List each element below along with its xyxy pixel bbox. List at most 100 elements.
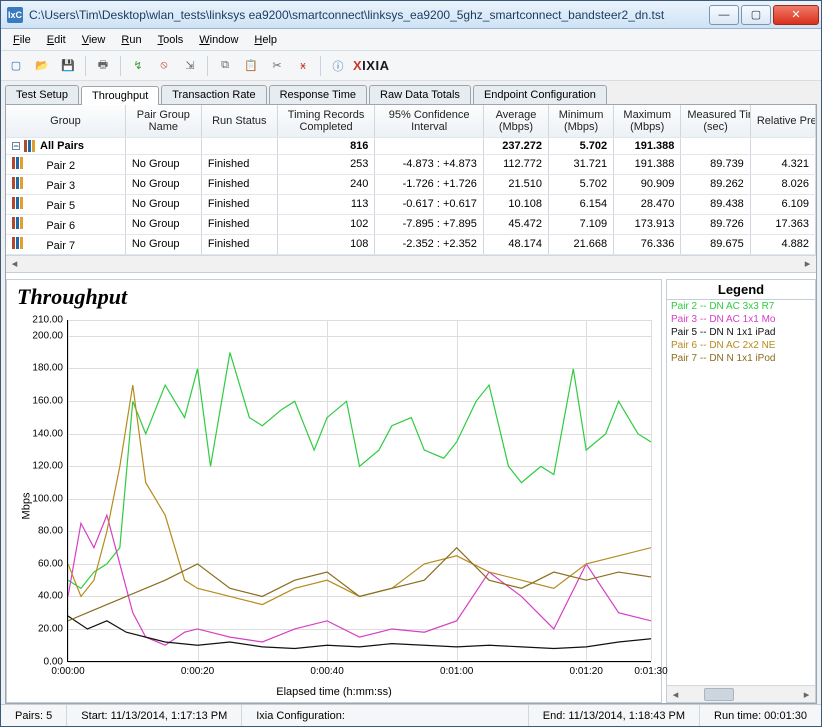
col-header[interactable]: Timing RecordsCompleted <box>277 105 375 137</box>
delete-icon[interactable]: ӿ <box>292 55 314 77</box>
info-icon[interactable]: ⓘ <box>327 55 349 77</box>
maximize-button[interactable]: ▢ <box>741 5 771 25</box>
menu-help[interactable]: Help <box>246 32 285 48</box>
x-axis-label: Elapsed time (h:mm:ss) <box>276 686 392 698</box>
cut-icon[interactable]: ✂ <box>266 55 288 77</box>
scroll-left-icon[interactable]: ◂ <box>6 256 23 271</box>
minimize-button[interactable]: — <box>709 5 739 25</box>
table-row[interactable]: Pair 6No GroupFinished102-7.895 : +7.895… <box>6 214 816 234</box>
pair-icon <box>12 177 24 189</box>
legend-hscroll[interactable]: ◂ ▸ <box>667 685 815 702</box>
legend-item[interactable]: Pair 7 -- DN N 1x1 iPod <box>667 352 815 365</box>
tab-throughput[interactable]: Throughput <box>81 86 159 105</box>
table-row-all[interactable]: −All Pairs816237.2725.702191.388 <box>6 137 816 154</box>
scroll-right-icon[interactable]: ▸ <box>799 256 816 271</box>
tab-response-time[interactable]: Response Time <box>269 85 367 104</box>
plot-area[interactable]: 0.0020.0040.0060.0080.00100.00120.00140.… <box>67 320 651 663</box>
export-icon[interactable]: ⇲ <box>179 55 201 77</box>
legend-item[interactable]: Pair 5 -- DN N 1x1 iPad <box>667 326 815 339</box>
tab-transaction-rate[interactable]: Transaction Rate <box>161 85 266 104</box>
col-header[interactable]: Maximum(Mbps) <box>614 105 681 137</box>
y-tick: 210.00 <box>18 314 63 325</box>
tab-test-setup[interactable]: Test Setup <box>5 85 79 104</box>
grid-hscroll[interactable]: ◂ ▸ <box>6 255 816 272</box>
y-tick: 40.00 <box>18 591 63 602</box>
toolbar: ▢ 📂 💾 🖶 ↯ ⦸ ⇲ ⧉ 📋 ✂ ӿ ⓘ XIXIA <box>1 51 821 81</box>
x-tick: 0:00:00 <box>51 666 84 677</box>
window-title: C:\Users\Tim\Desktop\wlan_tests\linksys … <box>29 8 707 22</box>
status-end: End: 11/13/2014, 1:18:43 PM <box>529 705 700 726</box>
pair-icon <box>12 157 24 169</box>
y-tick: 120.00 <box>18 461 63 472</box>
status-config: Ixia Configuration: <box>242 705 529 726</box>
pairs-icon <box>24 140 36 152</box>
app-window: IxC C:\Users\Tim\Desktop\wlan_tests\link… <box>0 0 822 727</box>
status-pairs: Pairs: 5 <box>1 705 67 726</box>
x-tick: 0:00:20 <box>181 666 214 677</box>
table-row[interactable]: Pair 3No GroupFinished240-1.726 : +1.726… <box>6 174 816 194</box>
save-icon[interactable]: 💾 <box>57 55 79 77</box>
col-header[interactable]: Run Status <box>201 105 277 137</box>
run-icon[interactable]: ↯ <box>127 55 149 77</box>
y-tick: 20.00 <box>18 623 63 634</box>
series-pair-3 <box>68 515 651 645</box>
y-tick: 60.00 <box>18 558 63 569</box>
y-tick: 200.00 <box>18 330 63 341</box>
col-header[interactable]: Minimum(Mbps) <box>549 105 614 137</box>
scroll-left-icon[interactable]: ◂ <box>667 688 684 701</box>
tab-raw-data-totals[interactable]: Raw Data Totals <box>369 85 471 104</box>
menu-tools[interactable]: Tools <box>150 32 192 48</box>
menu-edit[interactable]: Edit <box>39 32 74 48</box>
col-header[interactable]: Relative Precision <box>750 105 815 137</box>
copy-icon[interactable]: ⧉ <box>214 55 236 77</box>
series-pair-6 <box>68 385 651 605</box>
col-header[interactable]: Pair GroupName <box>125 105 201 137</box>
statusbar: Pairs: 5 Start: 11/13/2014, 1:17:13 PM I… <box>1 704 821 726</box>
status-runtime: Run time: 00:01:30 <box>700 705 821 726</box>
results-grid: GroupPair GroupNameRun StatusTiming Reco… <box>6 105 816 273</box>
scroll-thumb[interactable] <box>704 688 734 701</box>
y-tick: 160.00 <box>18 395 63 406</box>
y-tick: 100.00 <box>18 493 63 504</box>
legend-title: Legend <box>667 280 815 300</box>
x-tick: 0:01:30 <box>634 666 667 677</box>
col-header[interactable]: Average(Mbps) <box>483 105 548 137</box>
y-tick: 80.00 <box>18 526 63 537</box>
stop-icon[interactable]: ⦸ <box>153 55 175 77</box>
new-icon[interactable]: ▢ <box>5 55 27 77</box>
legend-item[interactable]: Pair 6 -- DN AC 2x2 NE <box>667 339 815 352</box>
tab-endpoint-configuration[interactable]: Endpoint Configuration <box>473 85 607 104</box>
table-row[interactable]: Pair 2No GroupFinished253-4.873 : +4.873… <box>6 154 816 174</box>
status-start: Start: 11/13/2014, 1:17:13 PM <box>67 705 242 726</box>
legend-item[interactable]: Pair 3 -- DN AC 1x1 Mo <box>667 313 815 326</box>
menu-file[interactable]: File <box>5 32 39 48</box>
col-header[interactable]: Group <box>6 105 125 137</box>
legend-panel: Legend Pair 2 -- DN AC 3x3 R7Pair 3 -- D… <box>666 279 816 704</box>
content-area: GroupPair GroupNameRun StatusTiming Reco… <box>5 104 817 704</box>
col-header[interactable]: 95% ConfidenceInterval <box>375 105 484 137</box>
menu-run[interactable]: Run <box>113 32 149 48</box>
menu-view[interactable]: View <box>74 32 114 48</box>
x-tick: 0:00:40 <box>310 666 343 677</box>
tabstrip: Test SetupThroughputTransaction RateResp… <box>1 81 821 104</box>
pair-icon <box>12 197 24 209</box>
pair-icon <box>12 237 24 249</box>
table-row[interactable]: Pair 7No GroupFinished108-2.352 : +2.352… <box>6 234 816 254</box>
y-tick: 140.00 <box>18 428 63 439</box>
x-tick: 0:01:20 <box>570 666 603 677</box>
col-header[interactable]: Measured Time(sec) <box>681 105 750 137</box>
series-pair-2 <box>68 352 651 588</box>
x-tick: 0:01:00 <box>440 666 473 677</box>
menu-window[interactable]: Window <box>191 32 246 48</box>
chart-panel: Throughput Mbps 0.0020.0040.0060.0080.00… <box>6 279 662 704</box>
legend-item[interactable]: Pair 2 -- DN AC 3x3 R7 <box>667 300 815 313</box>
print-icon[interactable]: 🖶 <box>92 55 114 77</box>
chart-title: Throughput <box>7 280 661 310</box>
table-row[interactable]: Pair 5No GroupFinished113-0.617 : +0.617… <box>6 194 816 214</box>
open-icon[interactable]: 📂 <box>31 55 53 77</box>
titlebar: IxC C:\Users\Tim\Desktop\wlan_tests\link… <box>1 1 821 29</box>
close-button[interactable]: ✕ <box>773 5 819 25</box>
scroll-right-icon[interactable]: ▸ <box>798 688 815 701</box>
paste-icon[interactable]: 📋 <box>240 55 262 77</box>
series-pair-5 <box>68 615 651 648</box>
